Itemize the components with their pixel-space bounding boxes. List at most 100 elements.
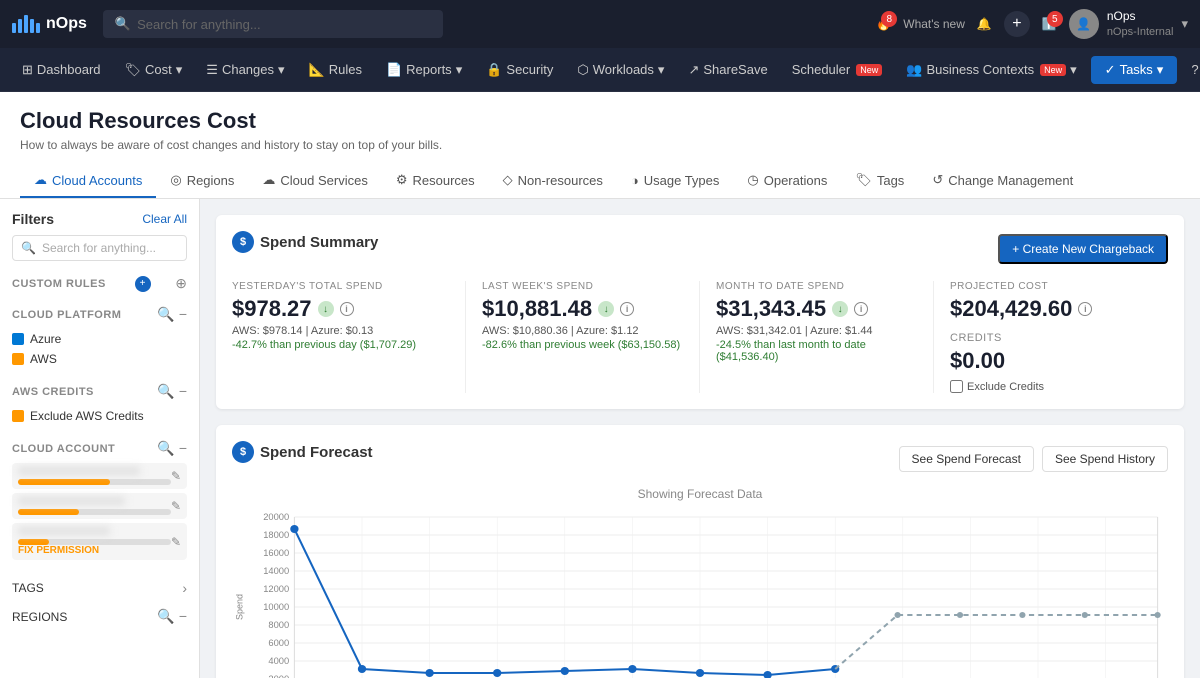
- svg-text:6000: 6000: [268, 638, 289, 648]
- layers-icon: ⬡: [577, 62, 588, 78]
- fire-icon-btn[interactable]: 🔥 8: [876, 17, 891, 31]
- spend-grid: YESTERDAY'S TOTAL SPEND $978.27 ↓ i AWS:…: [232, 281, 1168, 393]
- yesterday-spend: YESTERDAY'S TOTAL SPEND $978.27 ↓ i AWS:…: [232, 281, 466, 393]
- svg-text:18000: 18000: [263, 530, 289, 540]
- spend-forecast-card: $ Spend Forecast See Spend Forecast See …: [216, 425, 1184, 678]
- account-item-1[interactable]: ✎: [12, 463, 187, 489]
- clear-all-btn[interactable]: Clear All: [142, 212, 187, 226]
- changes-icon: ☰: [206, 62, 218, 78]
- yesterday-down-icon: ↓: [318, 301, 334, 317]
- tasks-button[interactable]: ✓ Tasks ▾: [1091, 56, 1178, 84]
- projected-info-icon[interactable]: i: [1078, 302, 1092, 316]
- nav-item-business-contexts[interactable]: 👥 Business Contexts New ▾: [896, 56, 1086, 84]
- aws-credits-search-icon[interactable]: 🔍: [157, 383, 174, 400]
- nav-item-changes[interactable]: ☰ Changes ▾: [196, 56, 294, 84]
- search-icon: 🔍: [115, 16, 131, 32]
- platform-azure[interactable]: Azure: [12, 329, 187, 349]
- info-btn[interactable]: ℹ️ 5: [1042, 17, 1057, 31]
- logo-icon: [12, 15, 40, 33]
- svg-text:10000: 10000: [263, 602, 289, 612]
- fix-permission-label[interactable]: FIX PERMISSION: [18, 545, 171, 556]
- svg-text:Spend: Spend: [234, 594, 244, 620]
- svg-text:4000: 4000: [268, 656, 289, 666]
- yesterday-info-icon[interactable]: i: [340, 302, 354, 316]
- chart-title: Showing Forecast Data: [232, 487, 1168, 501]
- exclude-credits-checkbox[interactable]: Exclude Credits: [950, 380, 1152, 393]
- reports-icon: 📄: [386, 62, 402, 78]
- see-forecast-button[interactable]: See Spend Forecast: [899, 446, 1034, 472]
- tab-operations[interactable]: ◷ Operations: [733, 164, 841, 198]
- tab-change-management[interactable]: ↺ Change Management: [918, 164, 1087, 198]
- tags-row[interactable]: TAGS ›: [12, 574, 187, 602]
- tab-resources[interactable]: ⚙ Resources: [382, 164, 489, 198]
- question-icon: ?: [1191, 62, 1198, 77]
- business-icon: 👥: [906, 62, 922, 78]
- regions-icon: ◎: [170, 172, 181, 188]
- help-menu-btn[interactable]: ? ▾: [1181, 56, 1200, 84]
- notification-bell-btn[interactable]: 🔔: [977, 17, 992, 31]
- cloud-platform-search-icon[interactable]: 🔍: [157, 306, 174, 323]
- see-history-button[interactable]: See Spend History: [1042, 446, 1168, 472]
- account-item-2[interactable]: ✎: [12, 493, 187, 519]
- operations-icon: ◷: [747, 172, 758, 188]
- regions-search-icon[interactable]: 🔍: [157, 608, 174, 625]
- nav-item-sharesave[interactable]: ↗ ShareSave: [678, 56, 777, 84]
- tab-non-resources[interactable]: ◇ Non-resources: [489, 164, 617, 198]
- nav-item-dashboard[interactable]: ⊞ Dashboard: [12, 56, 111, 84]
- nav-item-rules[interactable]: 📐 Rules: [299, 56, 372, 84]
- spend-summary-card: $ Spend Summary + Create New Chargeback …: [216, 215, 1184, 409]
- menu-bar: ⊞ Dashboard 🏷 Cost ▾ ☰ Changes ▾ 📐 Rules…: [0, 48, 1200, 92]
- global-search[interactable]: 🔍 Search for anything...: [103, 10, 443, 38]
- tasks-chevron-icon: ▾: [1157, 62, 1164, 78]
- tags-icon: 🏷: [855, 172, 872, 188]
- regions-collapse-icon[interactable]: −: [179, 608, 187, 625]
- cloud-account-section: CLOUD ACCOUNT 🔍 − ✎ ✎: [12, 440, 187, 560]
- nav-right: 🔥 8 What's new 🔔 + ℹ️ 5 👤 nOps nOps-Inte…: [876, 9, 1188, 39]
- tab-cloud-services[interactable]: ☁ Cloud Services: [248, 164, 381, 198]
- tasks-icon: ✓: [1105, 62, 1116, 78]
- nav-item-workloads[interactable]: ⬡ Workloads ▾: [567, 56, 674, 84]
- workloads-chevron-icon: ▾: [658, 62, 665, 78]
- cloud-account-label: CLOUD ACCOUNT: [12, 443, 115, 455]
- app-logo[interactable]: nOps: [12, 15, 87, 33]
- cloud-account-search-icon[interactable]: 🔍: [157, 440, 174, 457]
- edit-account-3-icon[interactable]: ✎: [171, 535, 181, 549]
- svg-text:16000: 16000: [263, 548, 289, 558]
- edit-account-2-icon[interactable]: ✎: [171, 499, 181, 513]
- nav-item-scheduler[interactable]: Scheduler New: [782, 56, 893, 83]
- cloud-services-icon: ☁: [262, 172, 275, 188]
- custom-rules-actions[interactable]: ⊕: [175, 275, 187, 292]
- cloud-account-collapse-icon[interactable]: −: [179, 440, 187, 457]
- nav-item-cost[interactable]: 🏷 Cost ▾: [115, 56, 193, 84]
- avatar: 👤: [1069, 9, 1099, 39]
- tab-cloud-accounts[interactable]: ☁ Cloud Accounts: [20, 164, 156, 198]
- sidebar-search[interactable]: 🔍 Search for anything...: [12, 235, 187, 261]
- whats-new-btn[interactable]: What's new: [903, 17, 965, 31]
- tab-regions[interactable]: ◎ Regions: [156, 164, 248, 198]
- mtd-down-icon: ↓: [832, 301, 848, 317]
- aws-credits-collapse-icon[interactable]: −: [179, 383, 187, 400]
- grid-icon: ⊞: [22, 62, 33, 78]
- nav-item-reports[interactable]: 📄 Reports ▾: [376, 56, 472, 84]
- account-item-3[interactable]: FIX PERMISSION ✎: [12, 523, 187, 560]
- filters-title: Filters: [12, 211, 54, 227]
- reports-chevron-icon: ▾: [456, 62, 463, 78]
- tab-tags[interactable]: 🏷 Tags: [841, 164, 918, 198]
- user-menu[interactable]: 👤 nOps nOps-Internal ▾: [1069, 9, 1188, 39]
- lastweek-info-icon[interactable]: i: [620, 302, 634, 316]
- nav-item-security[interactable]: 🔒 Security: [476, 56, 563, 84]
- exclude-credits-input[interactable]: [950, 380, 963, 393]
- cloud-platform-collapse-icon[interactable]: −: [179, 306, 187, 323]
- add-btn[interactable]: +: [1004, 11, 1030, 37]
- tab-usage-types[interactable]: ◑ Usage Types: [617, 164, 734, 198]
- platform-aws[interactable]: AWS: [12, 349, 187, 369]
- aws-credits-label: AWS CREDITS: [12, 386, 94, 398]
- custom-rules-add-btn[interactable]: +: [135, 276, 151, 292]
- create-chargeback-button[interactable]: + Create New Chargeback: [998, 234, 1168, 264]
- mtd-info-icon[interactable]: i: [854, 302, 868, 316]
- exclude-aws-credits-item[interactable]: Exclude AWS Credits: [12, 406, 187, 426]
- regions-row[interactable]: REGIONS 🔍 −: [12, 602, 187, 631]
- cloud-platform-section: CLOUD PLATFORM 🔍 − Azure AWS: [12, 306, 187, 369]
- edit-account-1-icon[interactable]: ✎: [171, 469, 181, 483]
- last-week-spend: LAST WEEK'S SPEND $10,881.48 ↓ i AWS: $1…: [466, 281, 700, 393]
